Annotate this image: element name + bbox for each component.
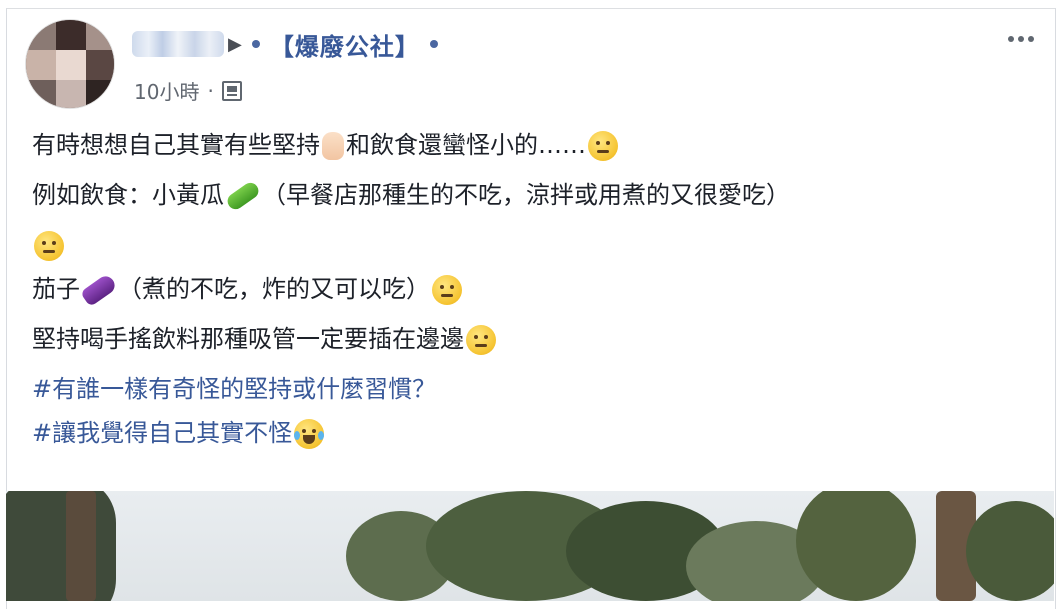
cucumber-emoji-icon bbox=[224, 179, 262, 213]
post-meta: 10小時 · bbox=[134, 76, 242, 105]
unamused-face-emoji-icon bbox=[466, 325, 496, 355]
post-text: 例如飲食：小黃瓜 bbox=[32, 181, 224, 209]
post-text: 和飲食還蠻怪小的…… bbox=[346, 131, 586, 159]
post-photo[interactable] bbox=[6, 491, 1054, 601]
laughing-tears-emoji-icon bbox=[294, 419, 325, 449]
hashtag-text: #讓我覺得自己其實不怪 bbox=[32, 419, 293, 447]
hashtag-text: #有誰一樣有奇怪的堅持或什麼習慣？ bbox=[32, 375, 437, 403]
post-line-4: 茄子 （煮的不吃，炸的又可以吃） bbox=[32, 264, 1032, 314]
post-text: （早餐店那種生的不吃，涼拌或用煮的又很愛吃） bbox=[262, 181, 790, 209]
post-text: 堅持喝手搖飲料那種吸管一定要插在邊邊 bbox=[32, 325, 464, 353]
separator-dot bbox=[251, 40, 260, 48]
hand-emoji-icon bbox=[322, 132, 344, 160]
post-body: 有時想想自己其實有些堅持 和飲食還蠻怪小的…… 例如飲食：小黃瓜 （早餐店那種生的不… bbox=[32, 120, 1032, 452]
author-avatar[interactable] bbox=[26, 20, 114, 108]
group-name-link[interactable]: 【爆廢公社】 bbox=[270, 27, 420, 62]
eggplant-emoji-icon bbox=[79, 272, 119, 308]
arrow-right-icon: ▶ bbox=[228, 33, 242, 55]
post-line-2: 例如飲食：小黃瓜 （早餐店那種生的不吃，涼拌或用煮的又很愛吃） bbox=[32, 170, 1032, 220]
hashtag-link-1[interactable]: #有誰一樣有奇怪的堅持或什麼習慣？ bbox=[32, 364, 1032, 408]
post-text: （煮的不吃，炸的又可以吃） bbox=[118, 275, 430, 303]
thinking-emoji-icon bbox=[588, 131, 618, 161]
post-header: ▶ 【爆廢公社】 bbox=[132, 26, 448, 62]
more-options-icon[interactable] bbox=[1008, 36, 1034, 42]
public-group-icon[interactable] bbox=[221, 80, 242, 101]
post-line-5: 堅持喝手搖飲料那種吸管一定要插在邊邊 bbox=[32, 314, 1032, 364]
separator-dot bbox=[429, 40, 438, 48]
hashtag-link-2[interactable]: #讓我覺得自己其實不怪 bbox=[32, 408, 1032, 452]
neutral-face-emoji-icon bbox=[34, 231, 64, 261]
meta-separator: · bbox=[207, 78, 214, 103]
post-timestamp[interactable]: 10小時 bbox=[134, 76, 199, 105]
post-text: 有時想想自己其實有些堅持 bbox=[32, 131, 320, 159]
post-line-3 bbox=[32, 220, 1032, 264]
author-name-blurred[interactable] bbox=[132, 31, 224, 57]
unamused-face-emoji-icon bbox=[432, 275, 462, 305]
post-text: 茄子 bbox=[32, 275, 80, 303]
post-line-1: 有時想想自己其實有些堅持 和飲食還蠻怪小的…… bbox=[32, 120, 1032, 170]
